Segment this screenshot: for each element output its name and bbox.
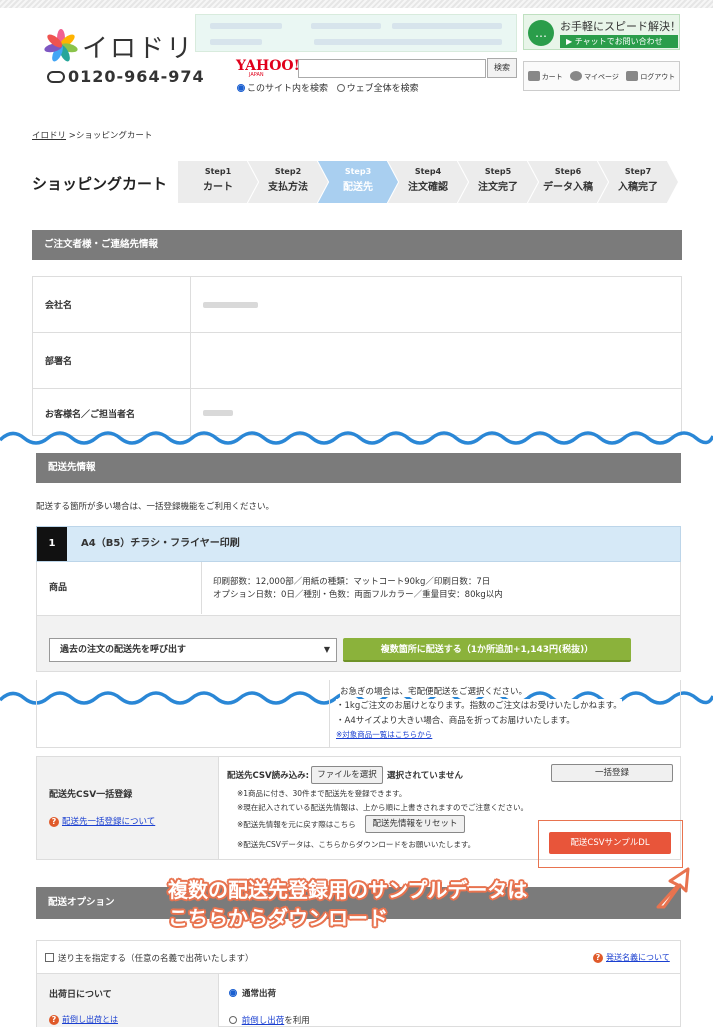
- csv-help-link[interactable]: ? 配送先一括登録について: [49, 815, 155, 827]
- csv-read-label: 配送先CSV読み込み:: [227, 771, 309, 781]
- product-name: A4（B5）チラシ・フライヤー印刷: [81, 538, 240, 549]
- product-spec: 印刷部数：12,000部／用紙の種類：マットコート90kg／印刷日数：7日 オプ…: [213, 577, 503, 600]
- help-icon: ?: [49, 817, 59, 827]
- ship-date-label: 出荷日について: [49, 990, 112, 1000]
- chat-bubble-icon: …: [528, 20, 554, 46]
- multi-destination-button[interactable]: 複数箇所に配送する（1か所追加+1,143円(税抜)）: [343, 638, 631, 662]
- delivery-note: 配送する箇所が多い場合は、一括登録機能をご利用ください。: [36, 502, 275, 512]
- chat-link[interactable]: ▶ チャットでお問い合わせ: [560, 35, 678, 48]
- csv-title: 配送先CSV一括登録: [49, 790, 133, 800]
- sender-help-link[interactable]: ? 発送名義について: [593, 952, 670, 963]
- reset-address-button[interactable]: 配送先情報をリセット: [365, 815, 465, 833]
- search-input[interactable]: [298, 59, 486, 78]
- sender-option-row: 送り主を指定する（任意の名義で出荷いたします） ? 発送名義について: [36, 940, 681, 974]
- step-5: Step5 注文完了: [458, 161, 538, 203]
- logo-flower-icon: [44, 29, 78, 62]
- ship-date-row: 出荷日について ? 前倒し出荷とは 通常出荷 前倒し出荷を利用: [36, 974, 681, 1027]
- breadcrumb-current: ショッピングカート: [75, 131, 153, 141]
- csv-note: ※配送先情報を元に戻す際はこちら: [237, 820, 356, 829]
- chat-title: お手軽にスピード解決！: [560, 20, 681, 33]
- early-ship-radio[interactable]: [229, 1016, 237, 1024]
- search-button[interactable]: 検索: [487, 58, 517, 78]
- sender-checkbox[interactable]: [45, 953, 54, 962]
- cart-link[interactable]: カート: [527, 70, 563, 82]
- normal-ship-radio[interactable]: [229, 989, 237, 997]
- name-value: [203, 410, 233, 416]
- mypage-link[interactable]: マイページ: [570, 70, 619, 82]
- csv-note: ※現在記入されている配送先情報は、上から順に上書きされますのでご注意ください。: [237, 803, 529, 812]
- heart-icon: [570, 70, 583, 81]
- table-row: 会社名: [33, 277, 681, 333]
- product-row: 商品 印刷部数：12,000部／用紙の種類：マットコート90kg／印刷日数：7日…: [36, 562, 681, 616]
- help-icon: ?: [593, 953, 603, 963]
- address-actions: 過去の注文の配送先を呼び出す ▼ 複数箇所に配送する（1か所追加+1,143円(税…: [36, 616, 681, 672]
- top-stripe: [0, 0, 713, 8]
- page-title: ショッピングカート: [32, 175, 168, 193]
- yahoo-logo-sub: JAPAN: [249, 72, 264, 78]
- product-number: 1: [37, 527, 67, 561]
- info-line: ・A4サイズより大きい場合、商品を折ってお届けいたします。: [336, 716, 575, 726]
- search-scope: このサイト内を検索 ウェブ全体を検索: [237, 81, 419, 94]
- phone-number: 0120-964-974: [47, 67, 205, 86]
- table-row: 部署名: [33, 333, 681, 389]
- search-site-radio[interactable]: [237, 84, 245, 92]
- util-nav: カート マイページ ログアウト: [523, 61, 680, 91]
- step-2: Step2 支払方法: [248, 161, 328, 203]
- delivery-section-header: 配送先情報: [36, 453, 681, 483]
- normal-ship-option[interactable]: 通常出荷: [229, 987, 276, 999]
- step-3: Step3 配送先: [318, 161, 398, 203]
- annotation-callout: 複数の配送先登録用のサンプルデータは こちらからダウンロード: [168, 878, 528, 930]
- step-1: Step1 カート: [178, 161, 258, 203]
- early-ship-help-link[interactable]: ? 前倒し出荷とは: [49, 1014, 118, 1025]
- wave-divider: [0, 431, 713, 445]
- breadcrumb: イロドリ >ショッピングカート: [32, 131, 153, 141]
- logout-link[interactable]: ログアウト: [626, 70, 675, 82]
- csv-sample-download-button[interactable]: 配送CSVサンプルDL: [549, 832, 671, 854]
- info-line: ・1kgご注文のお届けとなります。指数のご注文はお受けいたしかねます。: [336, 699, 622, 711]
- step-6: Step6 データ入稿: [528, 161, 608, 203]
- breadcrumb-home[interactable]: イロドリ: [32, 131, 66, 141]
- yahoo-logo: YAHOO!: [236, 58, 300, 74]
- phone-icon: [47, 71, 65, 83]
- chevron-down-icon: ▼: [323, 645, 330, 654]
- csv-note: ※1商品に付き、30件まで配送先を登録できます。: [237, 789, 407, 798]
- step-progress: Step1 カート Step2 支払方法 Step3 配送先 Step4 注文確認 St…: [178, 161, 678, 203]
- csv-note: ※配送先CSVデータは、こちらからダウンロードをお願いいたします。: [237, 840, 476, 849]
- sender-checkbox-label[interactable]: 送り主を指定する（任意の名義で出荷いたします）: [45, 952, 254, 964]
- file-status: 選択されていません: [387, 771, 463, 781]
- target-products-link[interactable]: ※対象商品一覧はこちらから: [336, 729, 432, 740]
- file-select-button[interactable]: ファイルを選択: [311, 766, 383, 784]
- logo-text[interactable]: イロドリ: [82, 28, 194, 65]
- bulk-register-button[interactable]: 一括登録: [551, 764, 673, 782]
- arrow-up-icon: [656, 867, 690, 909]
- cart-icon: [527, 70, 540, 81]
- chat-support-banner[interactable]: … お手軽にスピード解決！ ▶ チャットでお問い合わせ: [523, 14, 681, 50]
- orderer-section-header: ご注文者様・ご連絡先情報: [32, 230, 682, 260]
- header-banner[interactable]: [195, 14, 517, 52]
- logout-icon: [626, 70, 639, 81]
- search-web-radio[interactable]: [336, 84, 345, 92]
- orderer-table: 会社名 部署名 お客様名／ご担当者名: [32, 276, 682, 437]
- step-4: Step4 注文確認: [388, 161, 468, 203]
- product-header: 1 A4（B5）チラシ・フライヤー印刷: [36, 526, 681, 562]
- early-ship-option[interactable]: 前倒し出荷を利用: [229, 1014, 310, 1026]
- step-7: Step7 入稿完了: [598, 161, 678, 203]
- past-address-select[interactable]: 過去の注文の配送先を呼び出す ▼: [49, 638, 337, 662]
- company-value: [203, 301, 258, 308]
- info-line: お急ぎの場合は、宅配便配送をご選択ください。: [340, 685, 528, 697]
- help-icon: ?: [49, 1015, 59, 1025]
